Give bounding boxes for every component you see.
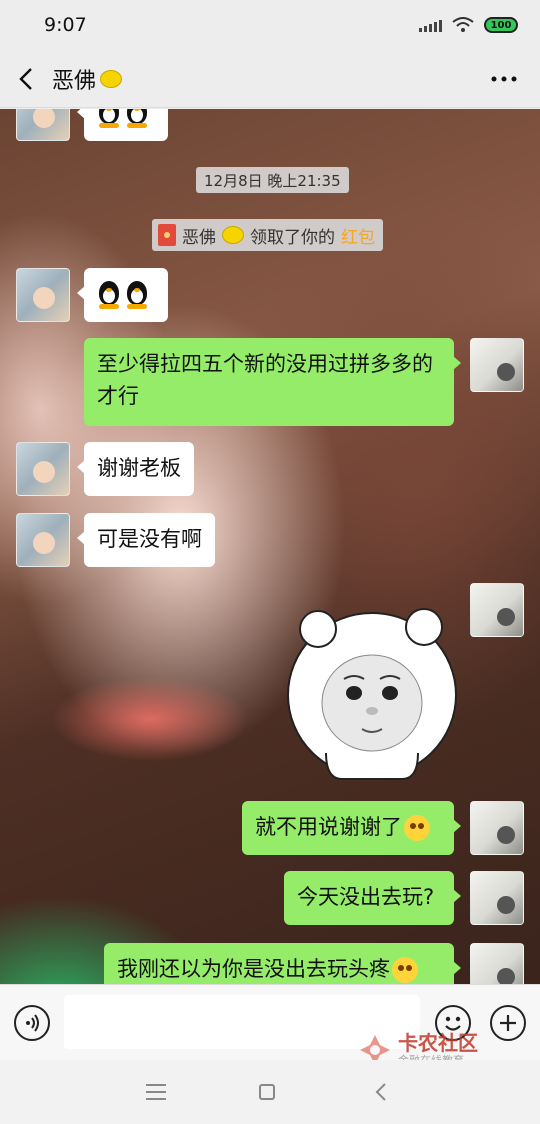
message-text: 今天没出去玩?: [297, 885, 435, 909]
battery-icon: 100: [484, 17, 518, 33]
status-icons: 100: [419, 17, 518, 33]
message-bubble-outgoing[interactable]: 我刚还以为你是没出去玩头疼: [104, 943, 461, 984]
tears-of-joy-emoji-icon: [392, 957, 418, 983]
contact-avatar[interactable]: [16, 109, 70, 141]
qq-penguin-icon: [125, 281, 149, 309]
chat-timestamp: 12月8日 晚上21:35: [196, 167, 349, 193]
chat-area[interactable]: 12月8日 晚上21:35 恶佛 领取了你的 红包 至少得拉四五个新的没用过拼多…: [0, 109, 540, 984]
message-bubble-outgoing[interactable]: 今天没出去玩?: [284, 871, 461, 925]
qq-penguin-icon: [97, 109, 121, 128]
status-bar: 9:07 100: [0, 0, 540, 50]
plus-icon: [500, 1015, 516, 1031]
chat-title: 恶佛: [52, 63, 123, 95]
my-avatar[interactable]: [470, 583, 524, 637]
shocked-emoji-icon: [404, 815, 430, 841]
more-options-button[interactable]: [486, 64, 522, 94]
message-text: 就不用说谢谢了: [255, 815, 402, 839]
home-button[interactable]: [259, 1084, 275, 1100]
red-packet-notice: 恶佛 领取了你的 红包: [152, 219, 383, 251]
recent-apps-button[interactable]: [146, 1084, 166, 1100]
my-avatar[interactable]: [470, 338, 524, 392]
my-avatar[interactable]: [470, 943, 524, 984]
back-button[interactable]: [0, 50, 52, 108]
notice-text: 领取了你的: [250, 227, 335, 248]
system-nav-bar: [0, 1060, 540, 1124]
red-packet-link[interactable]: 红包: [341, 223, 375, 248]
message-bubble-incoming[interactable]: [77, 109, 168, 141]
notice-sender: 恶佛: [182, 227, 216, 248]
more-icon: [491, 76, 517, 82]
message-text: 我刚还以为你是没出去玩头疼: [117, 957, 390, 981]
more-functions-button[interactable]: [490, 1005, 526, 1041]
my-avatar[interactable]: [470, 871, 524, 925]
contact-avatar[interactable]: [16, 442, 70, 496]
message-bubble-outgoing[interactable]: 至少得拉四五个新的没用过拼多多的才行: [84, 338, 461, 426]
contact-name: 恶佛: [52, 68, 97, 94]
message-bubble-incoming[interactable]: 谢谢老板: [77, 442, 194, 496]
message-text: 可是没有啊: [97, 527, 202, 551]
red-packet-icon: [158, 224, 176, 246]
wifi-icon: [452, 17, 474, 32]
my-avatar[interactable]: [470, 801, 524, 855]
qq-penguin-icon: [125, 109, 149, 128]
message-text: 至少得拉四五个新的没用过拼多多的才行: [97, 352, 433, 408]
signal-icon: [419, 18, 442, 32]
chevron-left-icon: [19, 67, 32, 90]
contact-avatar[interactable]: [16, 268, 70, 322]
contact-avatar[interactable]: [16, 513, 70, 567]
system-back-button[interactable]: [374, 1082, 388, 1102]
lemon-emoji-icon: [100, 69, 123, 88]
qq-penguin-icon: [97, 281, 121, 309]
bear-face-sticker-icon: [287, 608, 457, 780]
message-bubble-outgoing[interactable]: 就不用说谢谢了: [242, 801, 461, 855]
message-text: 谢谢老板: [97, 456, 181, 480]
status-time: 9:07: [44, 14, 87, 36]
message-bubble-incoming[interactable]: 可是没有啊: [77, 513, 215, 567]
voice-input-button[interactable]: [14, 1005, 50, 1041]
message-bubble-incoming[interactable]: [77, 268, 168, 322]
lemon-emoji-icon: [222, 226, 244, 244]
chat-header: 恶佛: [0, 50, 540, 108]
sticker-message[interactable]: [286, 603, 458, 783]
voice-icon: [26, 1014, 39, 1032]
watermark-name: 卡农社区: [398, 1031, 478, 1055]
